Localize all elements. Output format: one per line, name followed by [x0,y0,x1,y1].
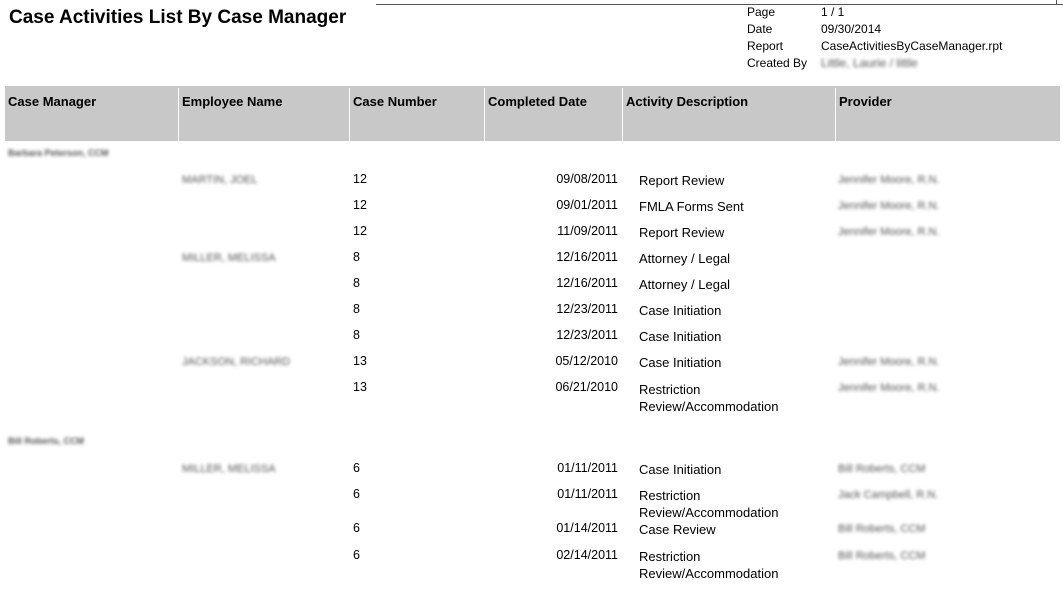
provider: Bill Roberts, CCM [838,523,926,535]
completed-date: 12/23/2011 [556,302,618,316]
meta-page: Page 1 / 1 [747,5,845,19]
activity-description: Case Initiation [639,329,722,344]
provider: Bill Roberts, CCM [838,463,926,475]
completed-date: 01/11/2011 [557,487,618,501]
group-case-manager: Barbara Peterson, CCM [8,148,109,158]
column-header-provider: Provider [839,94,892,109]
completed-date: 12/16/2011 [556,250,618,264]
activity-description: Case Review [639,522,716,537]
completed-date: 06/21/2010 [555,380,618,394]
column-header-employee-name: Employee Name [182,94,283,109]
activity-description: FMLA Forms Sent [639,199,744,214]
activity-description: Case Initiation [639,462,722,477]
case-number: 13 [353,380,367,394]
case-number: 8 [353,302,360,316]
completed-date: 09/08/2011 [556,172,618,186]
top-rule-tick [1056,0,1057,5]
provider: Jennifer Moore, R.N. [838,226,940,238]
activity-description: Case Initiation [639,303,722,318]
case-number: 8 [353,328,360,342]
case-number: 13 [353,354,367,368]
column-header-activity-description: Activity Description [626,94,749,109]
column-header-completed-date: Completed Date [488,94,587,109]
case-number: 8 [353,276,360,290]
employee-name: JACKSON, RICHARD [182,356,291,368]
completed-date: 11/09/2011 [557,224,618,238]
case-number: 6 [353,521,360,535]
activity-description: Case Initiation [639,355,722,370]
report-meta: Page 1 / 1 Date 09/30/2014 Report CaseAc… [747,4,1002,72]
activity-description-continued: Review/Accommodation [639,399,779,414]
employee-name: MILLER, MELISSA [182,252,276,264]
employee-name: MILLER, MELISSA [182,463,276,475]
provider: Jennifer Moore, R.N. [838,174,940,186]
completed-date: 01/11/2011 [557,461,618,475]
completed-date: 05/12/2010 [555,354,618,368]
column-header-case-number: Case Number [353,94,437,109]
case-number: 8 [353,250,360,264]
activity-description: Report Review [639,173,725,188]
provider: Jennifer Moore, R.N. [838,382,940,394]
completed-date: 12/23/2011 [556,328,618,342]
case-number: 12 [353,224,367,238]
completed-date: 02/14/2011 [556,548,618,562]
meta-created-by: Created By Little, Laurie / little [747,56,918,70]
case-number: 6 [353,548,360,562]
activity-description: Attorney / Legal [639,251,731,266]
activity-description-continued: Review/Accommodation [639,505,779,520]
activity-description: Report Review [639,225,725,240]
column-header-case-manager: Case Manager [8,94,97,109]
case-number: 12 [353,198,367,212]
provider: Jennifer Moore, R.N. [838,200,940,212]
report-title: Case Activities List By Case Manager [9,7,347,28]
provider: Bill Roberts, CCM [838,550,926,562]
activity-description-continued: Review/Accommodation [639,566,779,581]
provider: Jack Campbell, R.N. [838,489,939,501]
case-number: 6 [353,487,360,501]
activity-description: Restriction [639,488,701,503]
activity-description: Attorney / Legal [639,277,731,292]
completed-date: 01/14/2011 [556,521,618,535]
case-number: 6 [353,461,360,475]
meta-report: Report CaseActivitiesByCaseManager.rpt [747,39,1003,53]
meta-date: Date 09/30/2014 [747,22,882,36]
case-number: 12 [353,172,367,186]
group-case-manager: Bill Roberts, CCM [8,436,85,446]
activity-description: Restriction [639,382,701,397]
provider: Jennifer Moore, R.N. [838,356,940,368]
completed-date: 09/01/2011 [556,198,618,212]
employee-name: MARTIN, JOEL [182,174,258,186]
activity-description: Restriction [639,549,701,564]
completed-date: 12/16/2011 [556,276,618,290]
